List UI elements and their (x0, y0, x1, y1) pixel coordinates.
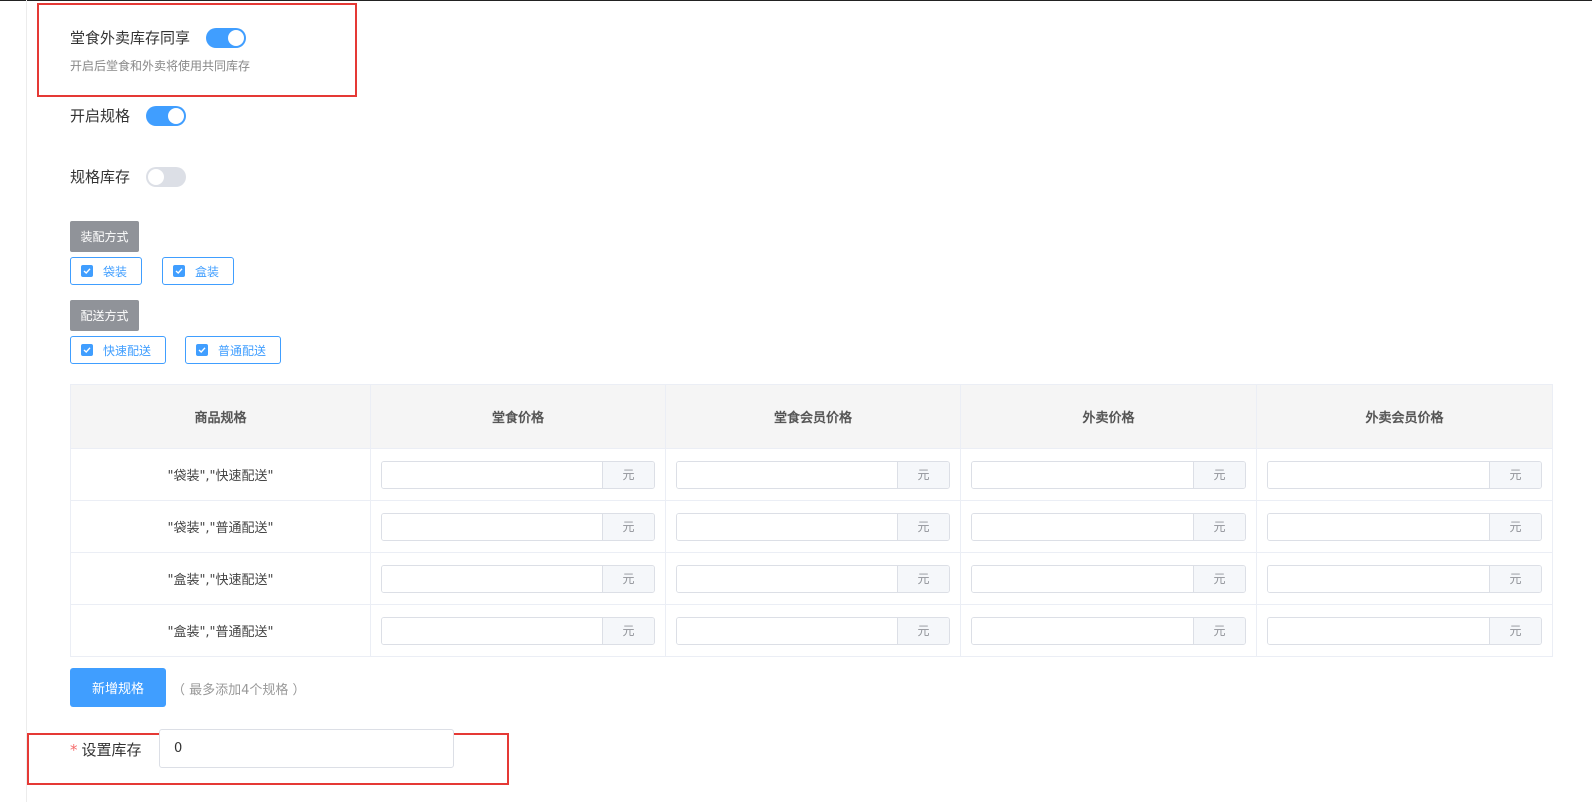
spec-price-table: 商品规格 堂食价格 堂食会员价格 外卖价格 外卖会员价格 "袋装","快速配送"… (70, 384, 1553, 657)
price-input-group: 元 (381, 564, 655, 593)
header-takeout-member-price: 外卖会员价格 (1256, 384, 1553, 449)
price-input-group: 元 (1267, 564, 1542, 593)
price-input-group: 元 (1267, 512, 1542, 541)
enable-spec-label: 开启规格 (70, 107, 131, 125)
switch-knob (148, 168, 165, 185)
price-input-group: 元 (676, 616, 950, 645)
dinein-price-input[interactable] (382, 565, 602, 592)
dinein-price-input[interactable] (382, 617, 602, 644)
checkbox-label: 普通配送 (218, 343, 267, 358)
enable-spec-switch[interactable] (146, 105, 187, 126)
takeout-member-price-input[interactable] (1268, 461, 1489, 488)
price-input-group: 元 (971, 564, 1246, 593)
unit-label: 元 (602, 513, 654, 540)
checkbox-label: 盒装 (195, 264, 220, 279)
price-input-group: 元 (381, 616, 655, 645)
takeout-member-price-input[interactable] (1268, 513, 1489, 540)
checkbox-checked-icon (196, 344, 208, 356)
unit-label: 元 (897, 565, 949, 592)
spec-cell: "袋装","快速配送" (70, 448, 371, 501)
checkbox-label: 快速配送 (103, 343, 152, 358)
dinein-member-price-input[interactable] (677, 565, 897, 592)
price-input-group: 元 (676, 460, 950, 489)
spec-cell: "盒装","普通配送" (70, 604, 371, 657)
spec-stock-label: 规格库存 (70, 168, 131, 186)
dinein-price-input[interactable] (382, 461, 602, 488)
dinein-member-price-input[interactable] (677, 513, 897, 540)
table-header-row: 商品规格 堂食价格 堂食会员价格 外卖价格 外卖会员价格 (70, 384, 1553, 449)
price-input-group: 元 (381, 512, 655, 541)
takeout-price-input[interactable] (972, 513, 1193, 540)
checkbox-label: 袋装 (103, 264, 128, 279)
add-spec-hint: （ 最多添加4个规格 ） (172, 683, 306, 698)
required-mark: * (70, 740, 78, 759)
add-spec-button[interactable]: 新增规格 (70, 668, 166, 707)
unit-label: 元 (1193, 565, 1245, 592)
checkbox-express-delivery[interactable]: 快速配送 (70, 336, 166, 364)
unit-label: 元 (1489, 513, 1541, 540)
left-divider (26, 0, 27, 802)
unit-label: 元 (897, 617, 949, 644)
unit-label: 元 (602, 461, 654, 488)
spec-cell: "盒装","快速配送" (70, 552, 371, 605)
header-dinein-member-price: 堂食会员价格 (665, 384, 961, 449)
price-input-group: 元 (676, 512, 950, 541)
table-row: "袋装","快速配送" 元 元 元 元 (70, 448, 1553, 501)
price-input-group: 元 (971, 460, 1246, 489)
enable-spec-row: 开启规格 (70, 105, 187, 126)
unit-label: 元 (1193, 461, 1245, 488)
spec-stock-row: 规格库存 (70, 166, 187, 187)
unit-label: 元 (1489, 461, 1541, 488)
group-title-assembly: 装配方式 (70, 221, 139, 252)
price-input-group: 元 (1267, 460, 1542, 489)
takeout-member-price-input[interactable] (1268, 617, 1489, 644)
checkbox-checked-icon (173, 265, 185, 277)
checkbox-boxed[interactable]: 盒装 (162, 257, 234, 285)
takeout-price-input[interactable] (972, 617, 1193, 644)
spec-stock-switch[interactable] (146, 166, 187, 187)
table-row: "盒装","快速配送" 元 元 元 元 (70, 552, 1553, 605)
share-stock-hint: 开启后堂食和外卖将使用共同库存 (70, 59, 251, 73)
stock-label-row: * 设置库存 (70, 739, 142, 760)
header-takeout-price: 外卖价格 (960, 384, 1257, 449)
dinein-price-input[interactable] (382, 513, 602, 540)
switch-knob (168, 107, 185, 124)
price-input-group: 元 (676, 564, 950, 593)
takeout-price-input[interactable] (972, 565, 1193, 592)
highlight-box-share-stock (37, 3, 357, 97)
spec-cell: "袋装","普通配送" (70, 500, 371, 553)
price-input-group: 元 (1267, 616, 1542, 645)
stock-input[interactable] (159, 729, 454, 768)
price-input-group: 元 (971, 512, 1246, 541)
dinein-member-price-input[interactable] (677, 461, 897, 488)
share-stock-switch[interactable] (206, 27, 247, 48)
unit-label: 元 (1489, 565, 1541, 592)
unit-label: 元 (1193, 513, 1245, 540)
unit-label: 元 (602, 565, 654, 592)
takeout-member-price-input[interactable] (1268, 565, 1489, 592)
table-row: "盒装","普通配送" 元 元 元 元 (70, 604, 1553, 657)
price-input-group: 元 (381, 460, 655, 489)
price-input-group: 元 (971, 616, 1246, 645)
takeout-price-input[interactable] (972, 461, 1193, 488)
stock-label: 设置库存 (81, 741, 142, 759)
unit-label: 元 (897, 513, 949, 540)
dinein-member-price-input[interactable] (677, 617, 897, 644)
header-dinein-price: 堂食价格 (370, 384, 666, 449)
unit-label: 元 (1489, 617, 1541, 644)
group-title-delivery: 配送方式 (70, 300, 139, 331)
share-stock-label: 堂食外卖库存同享 (70, 29, 191, 47)
top-border (0, 0, 1592, 1)
checkbox-checked-icon (81, 265, 93, 277)
share-stock-row: 堂食外卖库存同享 (70, 27, 247, 48)
unit-label: 元 (897, 461, 949, 488)
checkbox-bagged[interactable]: 袋装 (70, 257, 142, 285)
table-row: "袋装","普通配送" 元 元 元 元 (70, 500, 1553, 553)
unit-label: 元 (602, 617, 654, 644)
unit-label: 元 (1193, 617, 1245, 644)
switch-knob (228, 29, 245, 46)
checkbox-checked-icon (81, 344, 93, 356)
checkbox-normal-delivery[interactable]: 普通配送 (185, 336, 281, 364)
header-spec: 商品规格 (70, 384, 371, 449)
